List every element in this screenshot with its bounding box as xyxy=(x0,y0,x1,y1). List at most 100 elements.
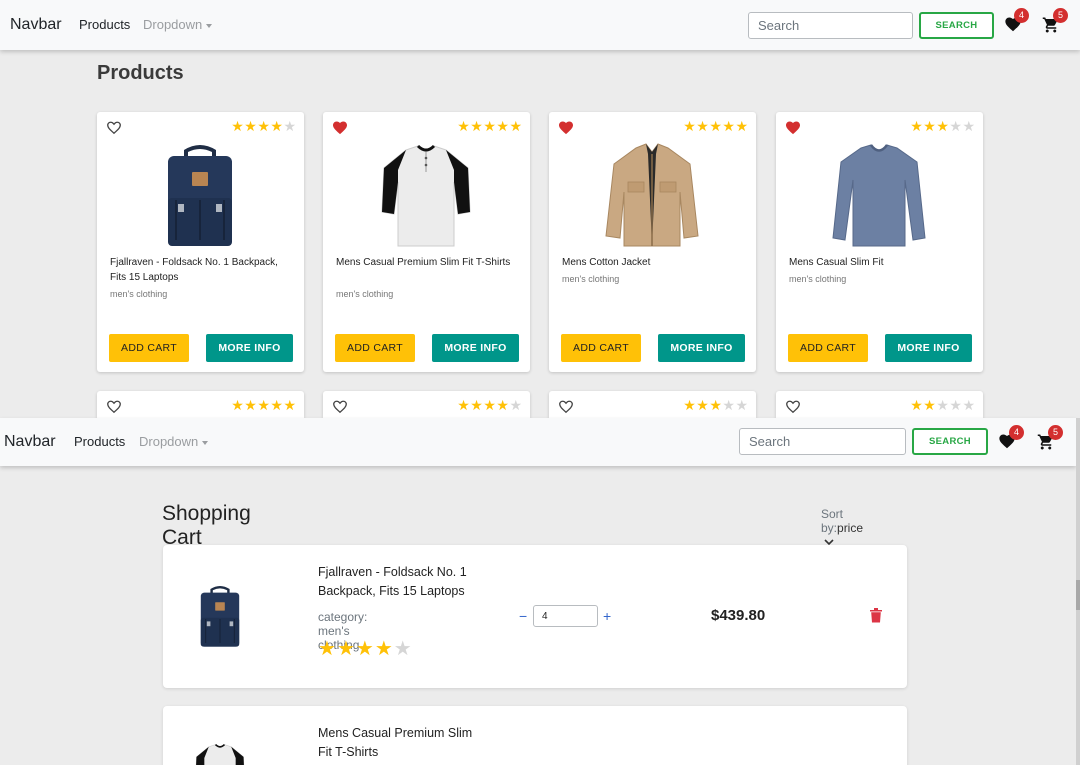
product-image[interactable] xyxy=(376,142,476,248)
more-info-button[interactable]: MORE INFO xyxy=(432,334,519,362)
sort-value: price xyxy=(837,521,864,535)
star-icon: ★ xyxy=(709,118,722,134)
star-icon: ★ xyxy=(683,118,696,134)
wishlist-button[interactable]: 4 xyxy=(998,425,1024,451)
search-input[interactable] xyxy=(748,12,913,39)
product-rating: ★ ★ ★ ★ ★ xyxy=(910,398,975,412)
search-button[interactable]: SEARCH xyxy=(912,428,988,455)
star-icon: ★ xyxy=(496,397,509,413)
heart-filled-icon[interactable] xyxy=(558,120,574,135)
add-cart-button[interactable]: ADD CART xyxy=(109,334,189,362)
cart-navbar: Navbar Products Dropdown SEARCH 4 5 xyxy=(0,418,1076,466)
trash-icon[interactable] xyxy=(869,607,883,623)
more-info-button[interactable]: MORE INFO xyxy=(206,334,293,362)
heart-outline-icon[interactable] xyxy=(332,399,348,414)
scrollbar-thumb[interactable] xyxy=(1076,580,1080,610)
star-icon: ★ xyxy=(483,397,496,413)
star-icon: ★ xyxy=(374,638,393,660)
quantity-decrease-button[interactable]: − xyxy=(519,608,527,624)
heart-filled-icon[interactable] xyxy=(785,120,801,135)
heart-outline-icon[interactable] xyxy=(785,399,801,414)
star-icon: ★ xyxy=(709,397,722,413)
search-input[interactable] xyxy=(739,428,906,455)
nav-link-products[interactable]: Products xyxy=(74,434,125,449)
nav-link-products[interactable]: Products xyxy=(79,17,130,32)
navbar-brand[interactable]: Navbar xyxy=(4,433,56,451)
star-icon: ★ xyxy=(283,118,296,134)
star-icon: ★ xyxy=(270,118,283,134)
star-icon: ★ xyxy=(962,118,975,134)
product-title[interactable]: Mens Casual Premium Slim Fit T-Shirts xyxy=(336,255,518,270)
backpack-image xyxy=(200,586,240,647)
product-image[interactable] xyxy=(602,142,702,248)
cart-item-image xyxy=(190,579,250,653)
product-title[interactable]: Mens Cotton Jacket xyxy=(562,255,744,270)
product-image[interactable] xyxy=(150,142,250,248)
nav-dropdown-label: Dropdown xyxy=(143,17,203,32)
product-card: ★ ★ ★ ★ ★ Fjallraven - Foldsack No. 1 Backpac… xyxy=(97,112,304,372)
star-icon: ★ xyxy=(509,118,522,134)
heart-outline-icon[interactable] xyxy=(106,120,122,135)
star-icon: ★ xyxy=(962,397,975,413)
add-cart-button[interactable]: ADD CART xyxy=(561,334,641,362)
product-card: ★ ★ ★ ★ ★ xyxy=(549,391,756,418)
cart-button[interactable]: 5 xyxy=(1037,425,1063,451)
product-rating: ★ ★ ★ ★ ★ xyxy=(231,119,296,133)
more-info-button[interactable]: MORE INFO xyxy=(658,334,745,362)
cart-title: Shopping Cart xyxy=(162,502,251,549)
product-category: men's clothing xyxy=(562,274,620,284)
wishlist-badge: 4 xyxy=(1014,8,1029,23)
star-icon: ★ xyxy=(257,397,270,413)
star-icon: ★ xyxy=(696,118,709,134)
backpack-image xyxy=(168,145,232,246)
star-icon: ★ xyxy=(936,397,949,413)
quantity-input[interactable] xyxy=(533,605,598,627)
product-category: men's clothing xyxy=(110,289,168,299)
product-rating: ★ ★ ★ ★ ★ xyxy=(683,119,748,133)
star-icon: ★ xyxy=(231,397,244,413)
star-icon: ★ xyxy=(457,118,470,134)
star-icon: ★ xyxy=(910,397,923,413)
quantity-increase-button[interactable]: + xyxy=(603,608,611,624)
heart-filled-icon[interactable] xyxy=(332,120,348,135)
star-icon: ★ xyxy=(923,397,936,413)
star-icon: ★ xyxy=(735,118,748,134)
nav-dropdown[interactable]: Dropdown xyxy=(139,434,209,449)
cart-button[interactable]: 5 xyxy=(1042,8,1068,34)
sort-dropdown[interactable]: Sort by:price xyxy=(821,507,863,549)
product-title[interactable]: Fjallraven - Foldsack No. 1 Backpack, Fi… xyxy=(110,255,292,285)
product-rating: ★ ★ ★ ★ ★ xyxy=(457,119,522,133)
cart-item xyxy=(163,706,907,765)
product-category: men's clothing xyxy=(789,274,847,284)
product-card: ★ ★ ★ ★ ★ Mens Casual Premium Slim Fit T-Shir… xyxy=(323,112,530,372)
cart-item-image xyxy=(192,742,248,765)
search-button[interactable]: SEARCH xyxy=(919,12,994,39)
product-title[interactable]: Mens Casual Slim Fit xyxy=(789,255,971,270)
product-image[interactable] xyxy=(829,142,929,248)
product-rating: ★ ★ ★ ★ ★ xyxy=(683,398,748,412)
star-icon: ★ xyxy=(949,397,962,413)
product-rating: ★ ★ ★ ★ ★ xyxy=(457,398,522,412)
wishlist-badge: 4 xyxy=(1009,425,1024,440)
star-icon: ★ xyxy=(509,397,522,413)
heart-outline-icon[interactable] xyxy=(106,399,122,414)
star-icon: ★ xyxy=(936,118,949,134)
cart-item-title[interactable]: Fjallraven - Foldsack No. 1 Backpack, Fi… xyxy=(318,563,488,601)
heart-outline-icon[interactable] xyxy=(558,399,574,414)
star-icon: ★ xyxy=(735,397,748,413)
navbar-brand[interactable]: Navbar xyxy=(10,16,62,34)
more-info-button[interactable]: MORE INFO xyxy=(885,334,972,362)
cart-item-rating: ★ ★ ★ ★ ★ xyxy=(318,639,413,659)
add-cart-button[interactable]: ADD CART xyxy=(335,334,415,362)
tshirt-image xyxy=(381,144,471,247)
product-card: ★ ★ ★ ★ ★ xyxy=(323,391,530,418)
product-card: ★ ★ ★ ★ ★ xyxy=(97,391,304,418)
page-title: Products xyxy=(97,62,184,84)
star-icon: ★ xyxy=(270,397,283,413)
star-icon: ★ xyxy=(483,118,496,134)
cart-item-title[interactable]: Mens Casual Premium Slim Fit T-Shirts xyxy=(318,724,488,762)
tshirt-image xyxy=(195,743,245,765)
nav-dropdown[interactable]: Dropdown xyxy=(143,17,213,32)
add-cart-button[interactable]: ADD CART xyxy=(788,334,868,362)
wishlist-button[interactable]: 4 xyxy=(1004,8,1029,34)
